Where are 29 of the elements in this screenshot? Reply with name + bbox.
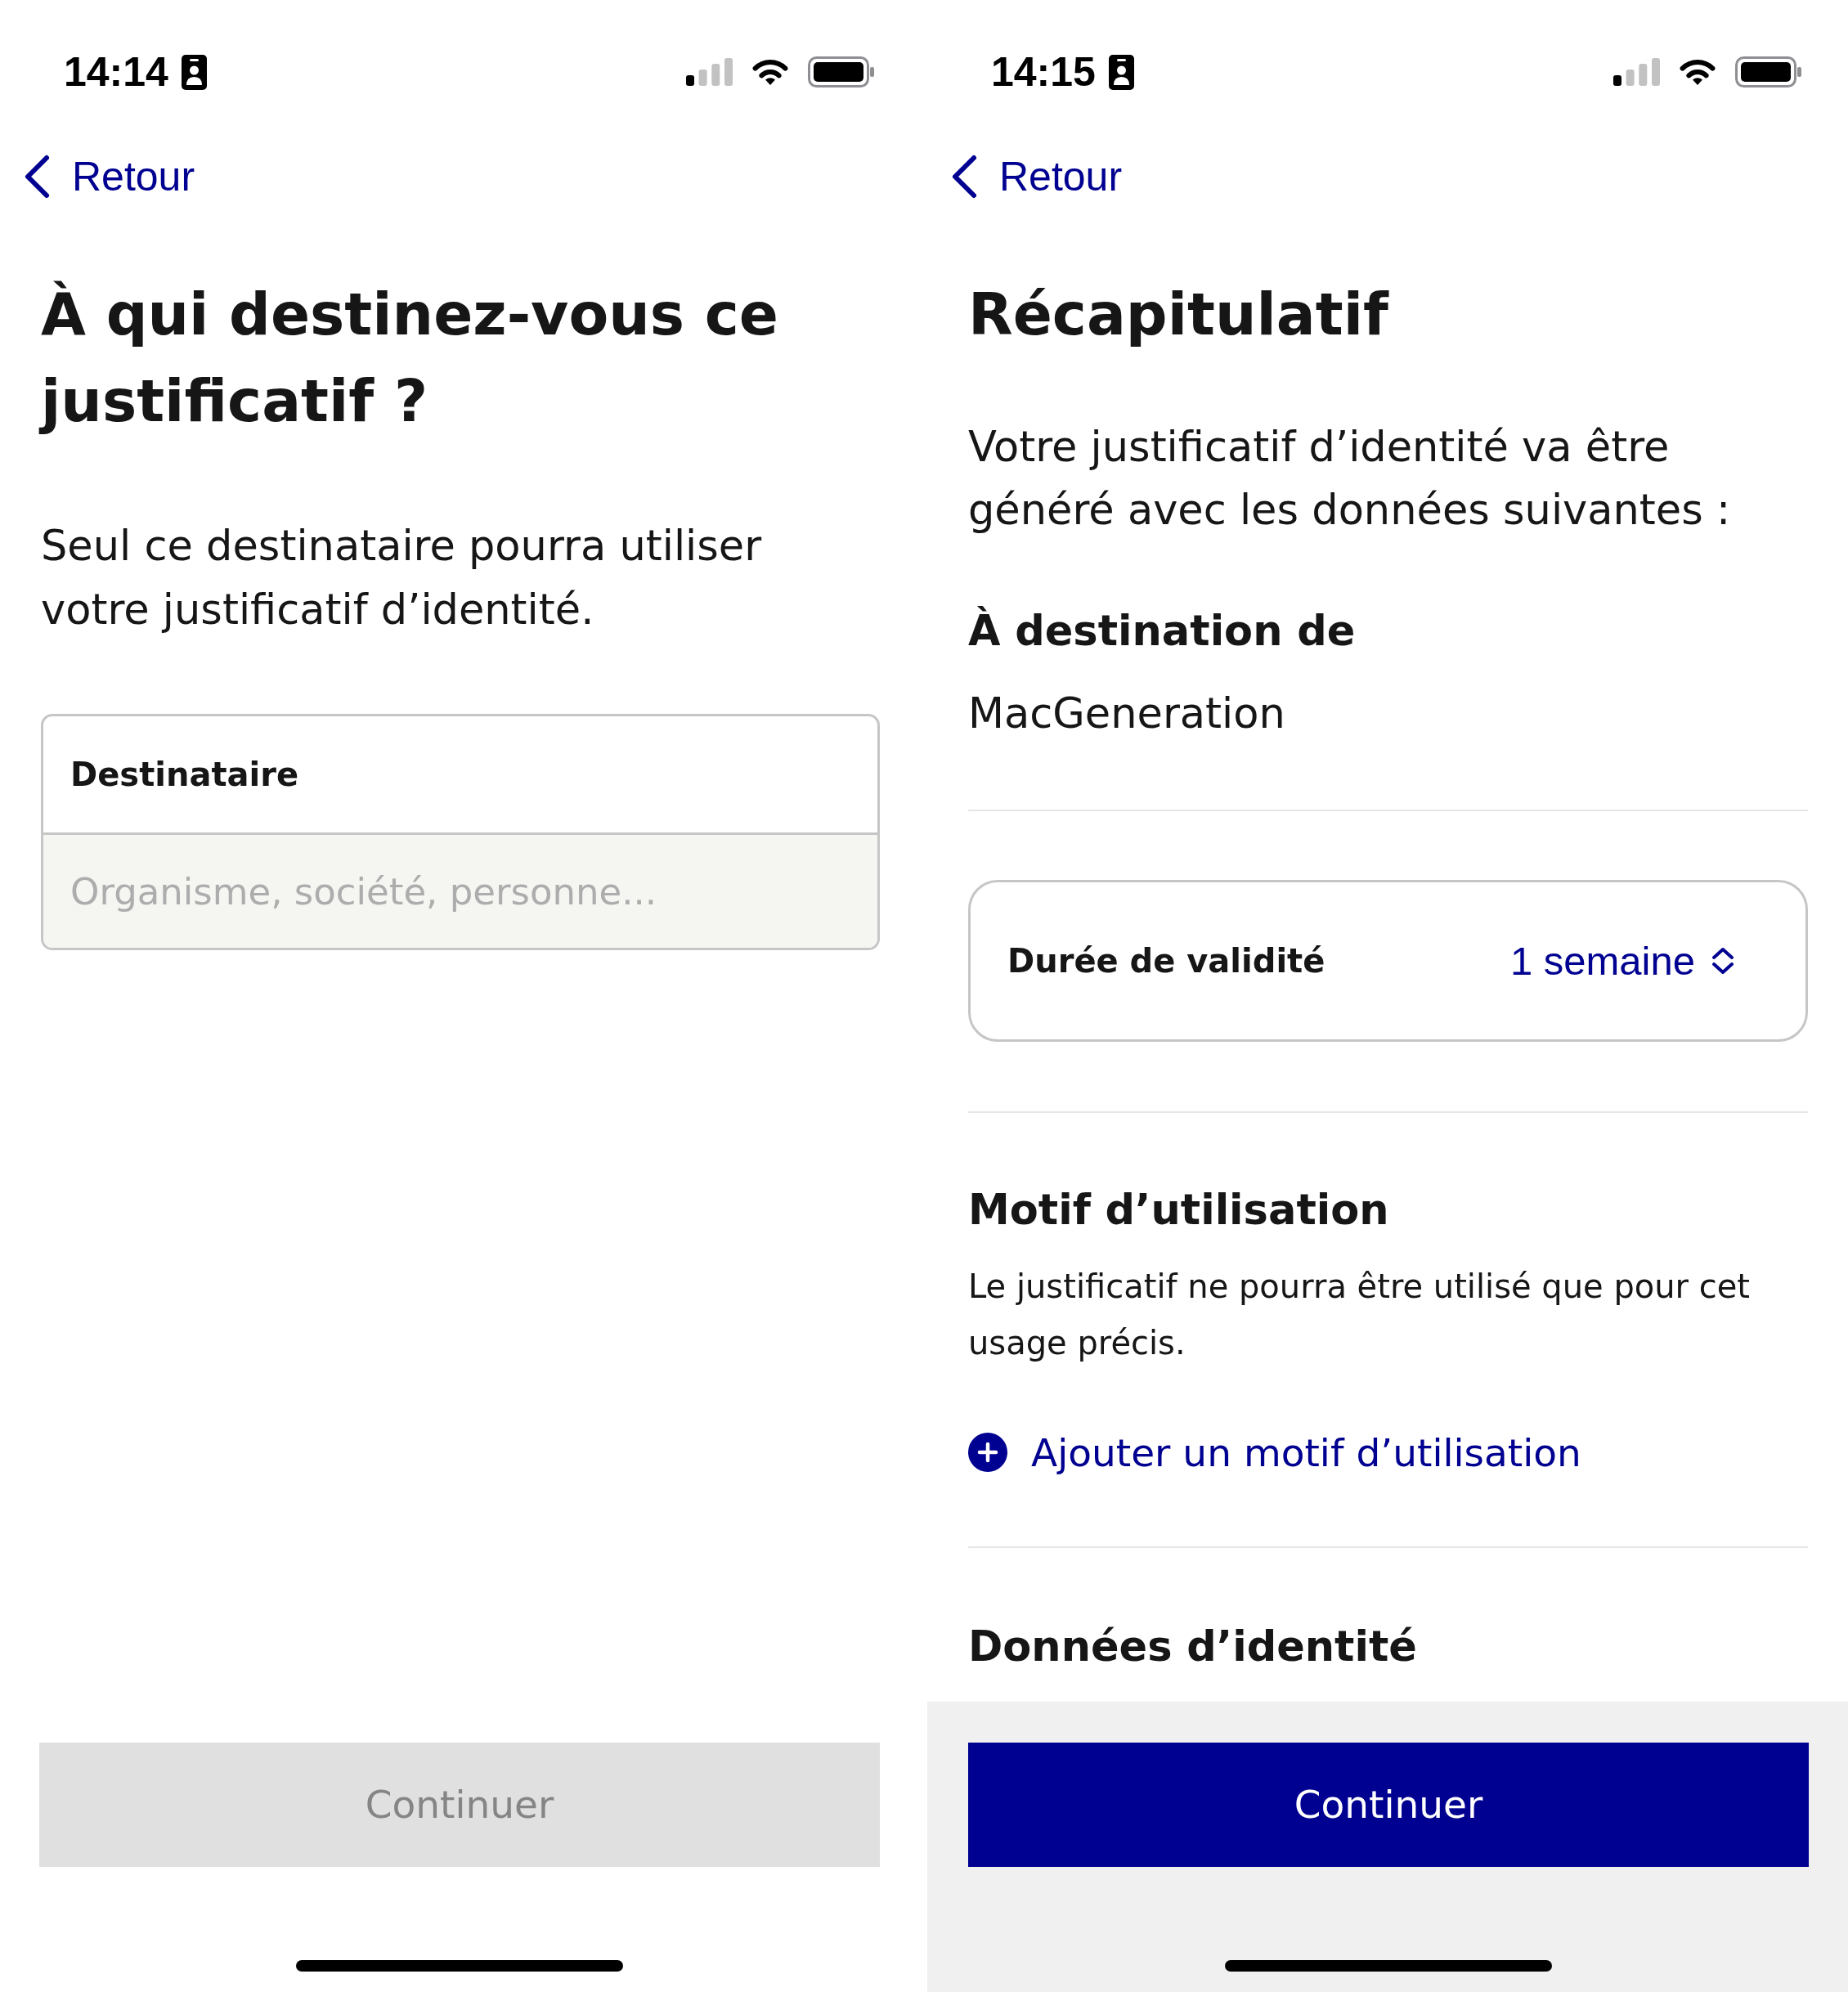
validity-picker[interactable]: 1 semaine bbox=[1509, 940, 1737, 981]
chevron-left-icon bbox=[950, 154, 978, 200]
purpose-description: Le justificatif ne pourra être utilisé que pour cet usage précis. bbox=[968, 1267, 1752, 1363]
field-label: Destinataire bbox=[70, 755, 299, 795]
page-description: Seul ce destinataire pourra utiliser votre justificatif d’identité. bbox=[41, 521, 763, 635]
back-button[interactable]: Retour bbox=[950, 154, 1123, 200]
plus-circle-icon bbox=[968, 1433, 1007, 1472]
wifi-icon bbox=[751, 58, 790, 86]
continue-button[interactable]: Continuer bbox=[968, 1743, 1809, 1867]
chevron-left-icon bbox=[23, 154, 51, 200]
recipient-name: MacGeneration bbox=[968, 689, 1286, 739]
validity-label: Durée de validité bbox=[1007, 941, 1325, 981]
signal-icon bbox=[686, 58, 733, 86]
section-heading: Motif d’utilisation bbox=[968, 1185, 1390, 1236]
battery-icon bbox=[808, 56, 874, 87]
back-button[interactable]: Retour bbox=[23, 154, 195, 200]
add-purpose-link[interactable]: Ajouter un motif d’utilisation bbox=[968, 1428, 1581, 1477]
person-badge-icon bbox=[181, 54, 207, 90]
status-time: 14:15 bbox=[991, 52, 1096, 92]
section-heading: À destination de bbox=[968, 605, 1357, 657]
person-badge-icon bbox=[1108, 54, 1134, 90]
battery-icon bbox=[1735, 56, 1801, 87]
wifi-icon bbox=[1678, 58, 1717, 86]
section-heading: Données d’identité bbox=[968, 1622, 1418, 1672]
page-title: Récapitulatif bbox=[968, 280, 1390, 350]
recipient-input[interactable]: Organisme, société, personne... bbox=[43, 832, 877, 948]
status-time: 14:14 bbox=[64, 52, 168, 92]
signal-icon bbox=[1613, 58, 1660, 86]
page-description: Votre justificatif d’identité va être généré avec les données suivantes : bbox=[968, 422, 1732, 536]
